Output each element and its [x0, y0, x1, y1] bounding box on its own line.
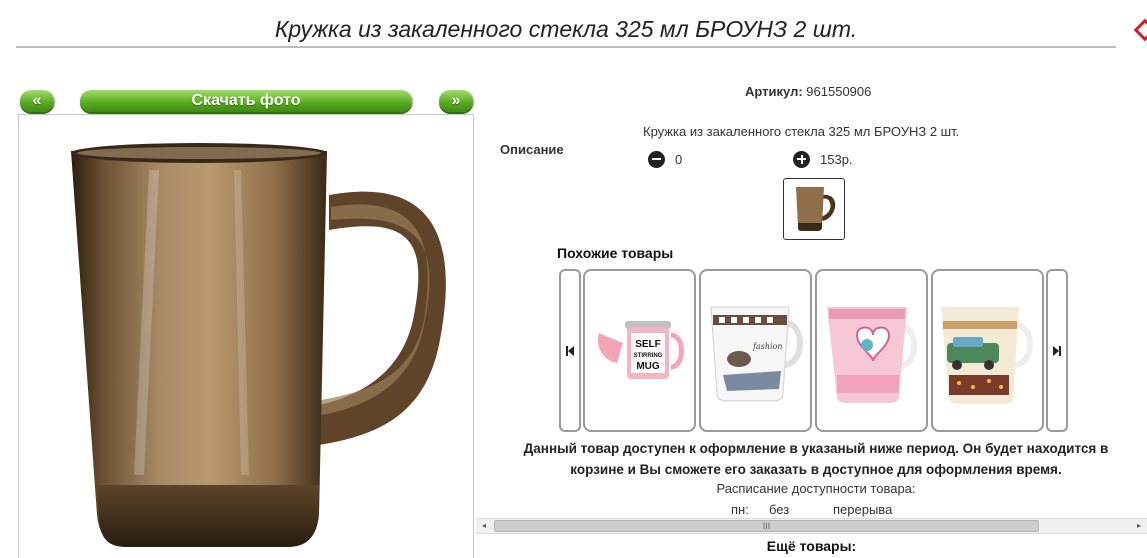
similar-product-card[interactable] — [931, 269, 1044, 432]
self-stirring-text-1: SELF — [635, 339, 661, 350]
quantity-decrease: 0 — [648, 150, 682, 168]
similar-product-card[interactable]: fashion — [699, 269, 812, 432]
carousel-prev-button[interactable] — [559, 269, 581, 432]
self-stirring-text-2: STIRRING — [634, 353, 663, 359]
description-label: Описание — [500, 142, 564, 157]
schedule-no: без — [769, 502, 790, 517]
availability-notice: Данный товар доступен к оформление в ука… — [496, 438, 1136, 480]
product-thumbnail[interactable] — [783, 178, 845, 240]
fashion-mug-image: fashion — [710, 306, 803, 402]
next-photo-button[interactable]: » — [439, 90, 473, 112]
download-photo-button[interactable]: Скачать фото — [80, 90, 412, 112]
schedule-break: перерыва — [833, 502, 893, 517]
car-mug-image — [941, 307, 1033, 404]
similar-product-card[interactable] — [815, 269, 928, 432]
self-stirring-mug-image: SELF STIRRING MUG — [597, 321, 684, 379]
scroll-left-arrow[interactable]: ◂ — [476, 519, 492, 533]
availability-line-2: корзине и Вы сможете его заказать в дост… — [570, 462, 1062, 477]
availability-line-1: Данный товар доступен к оформление в ука… — [523, 441, 1109, 456]
skip-forward-icon — [1053, 345, 1061, 356]
title-divider — [16, 46, 1116, 48]
corner-decoration — [1133, 18, 1147, 42]
page-title: Кружка из закаленного стекла 325 мл БРОУ… — [274, 16, 858, 42]
quantity-increase: 153р. — [793, 150, 853, 168]
horizontal-scrollbar[interactable]: ◂ III ▸ — [476, 518, 1147, 534]
carousel-next-button[interactable] — [1046, 269, 1068, 432]
sku-value: 961550906 — [806, 84, 872, 99]
main-photo — [18, 114, 474, 558]
self-stirring-text-3: MUG — [636, 361, 660, 372]
similar-products-title: Похожие товары — [557, 245, 674, 261]
more-products-title: Ещё товары: — [766, 538, 857, 554]
fashion-text: fashion — [752, 342, 783, 351]
scroll-right-arrow[interactable]: ▸ — [1131, 519, 1147, 533]
skip-back-icon — [566, 345, 574, 356]
plus-circle-icon[interactable] — [793, 150, 810, 168]
mug-thumbnail-image — [796, 187, 836, 231]
schedule-label: Расписание доступности товара: — [716, 481, 916, 496]
sku-label: Артикул: — [745, 84, 803, 99]
minus-circle-icon[interactable] — [648, 150, 665, 168]
glass-mug-image — [71, 143, 446, 547]
description-text: Кружка из закаленного стекла 325 мл БРОУ… — [643, 124, 960, 139]
heart-mug-image — [827, 307, 918, 403]
price-value: 153р. — [820, 151, 853, 167]
sku: Артикул: 961550906 — [745, 84, 871, 99]
similar-product-card[interactable]: SELF STIRRING MUG — [583, 269, 696, 432]
schedule-day: пн: — [731, 502, 749, 517]
quantity-value: 0 — [675, 151, 683, 167]
prev-photo-button[interactable]: « — [20, 90, 54, 112]
scrollbar-thumb[interactable]: III — [494, 520, 1039, 532]
